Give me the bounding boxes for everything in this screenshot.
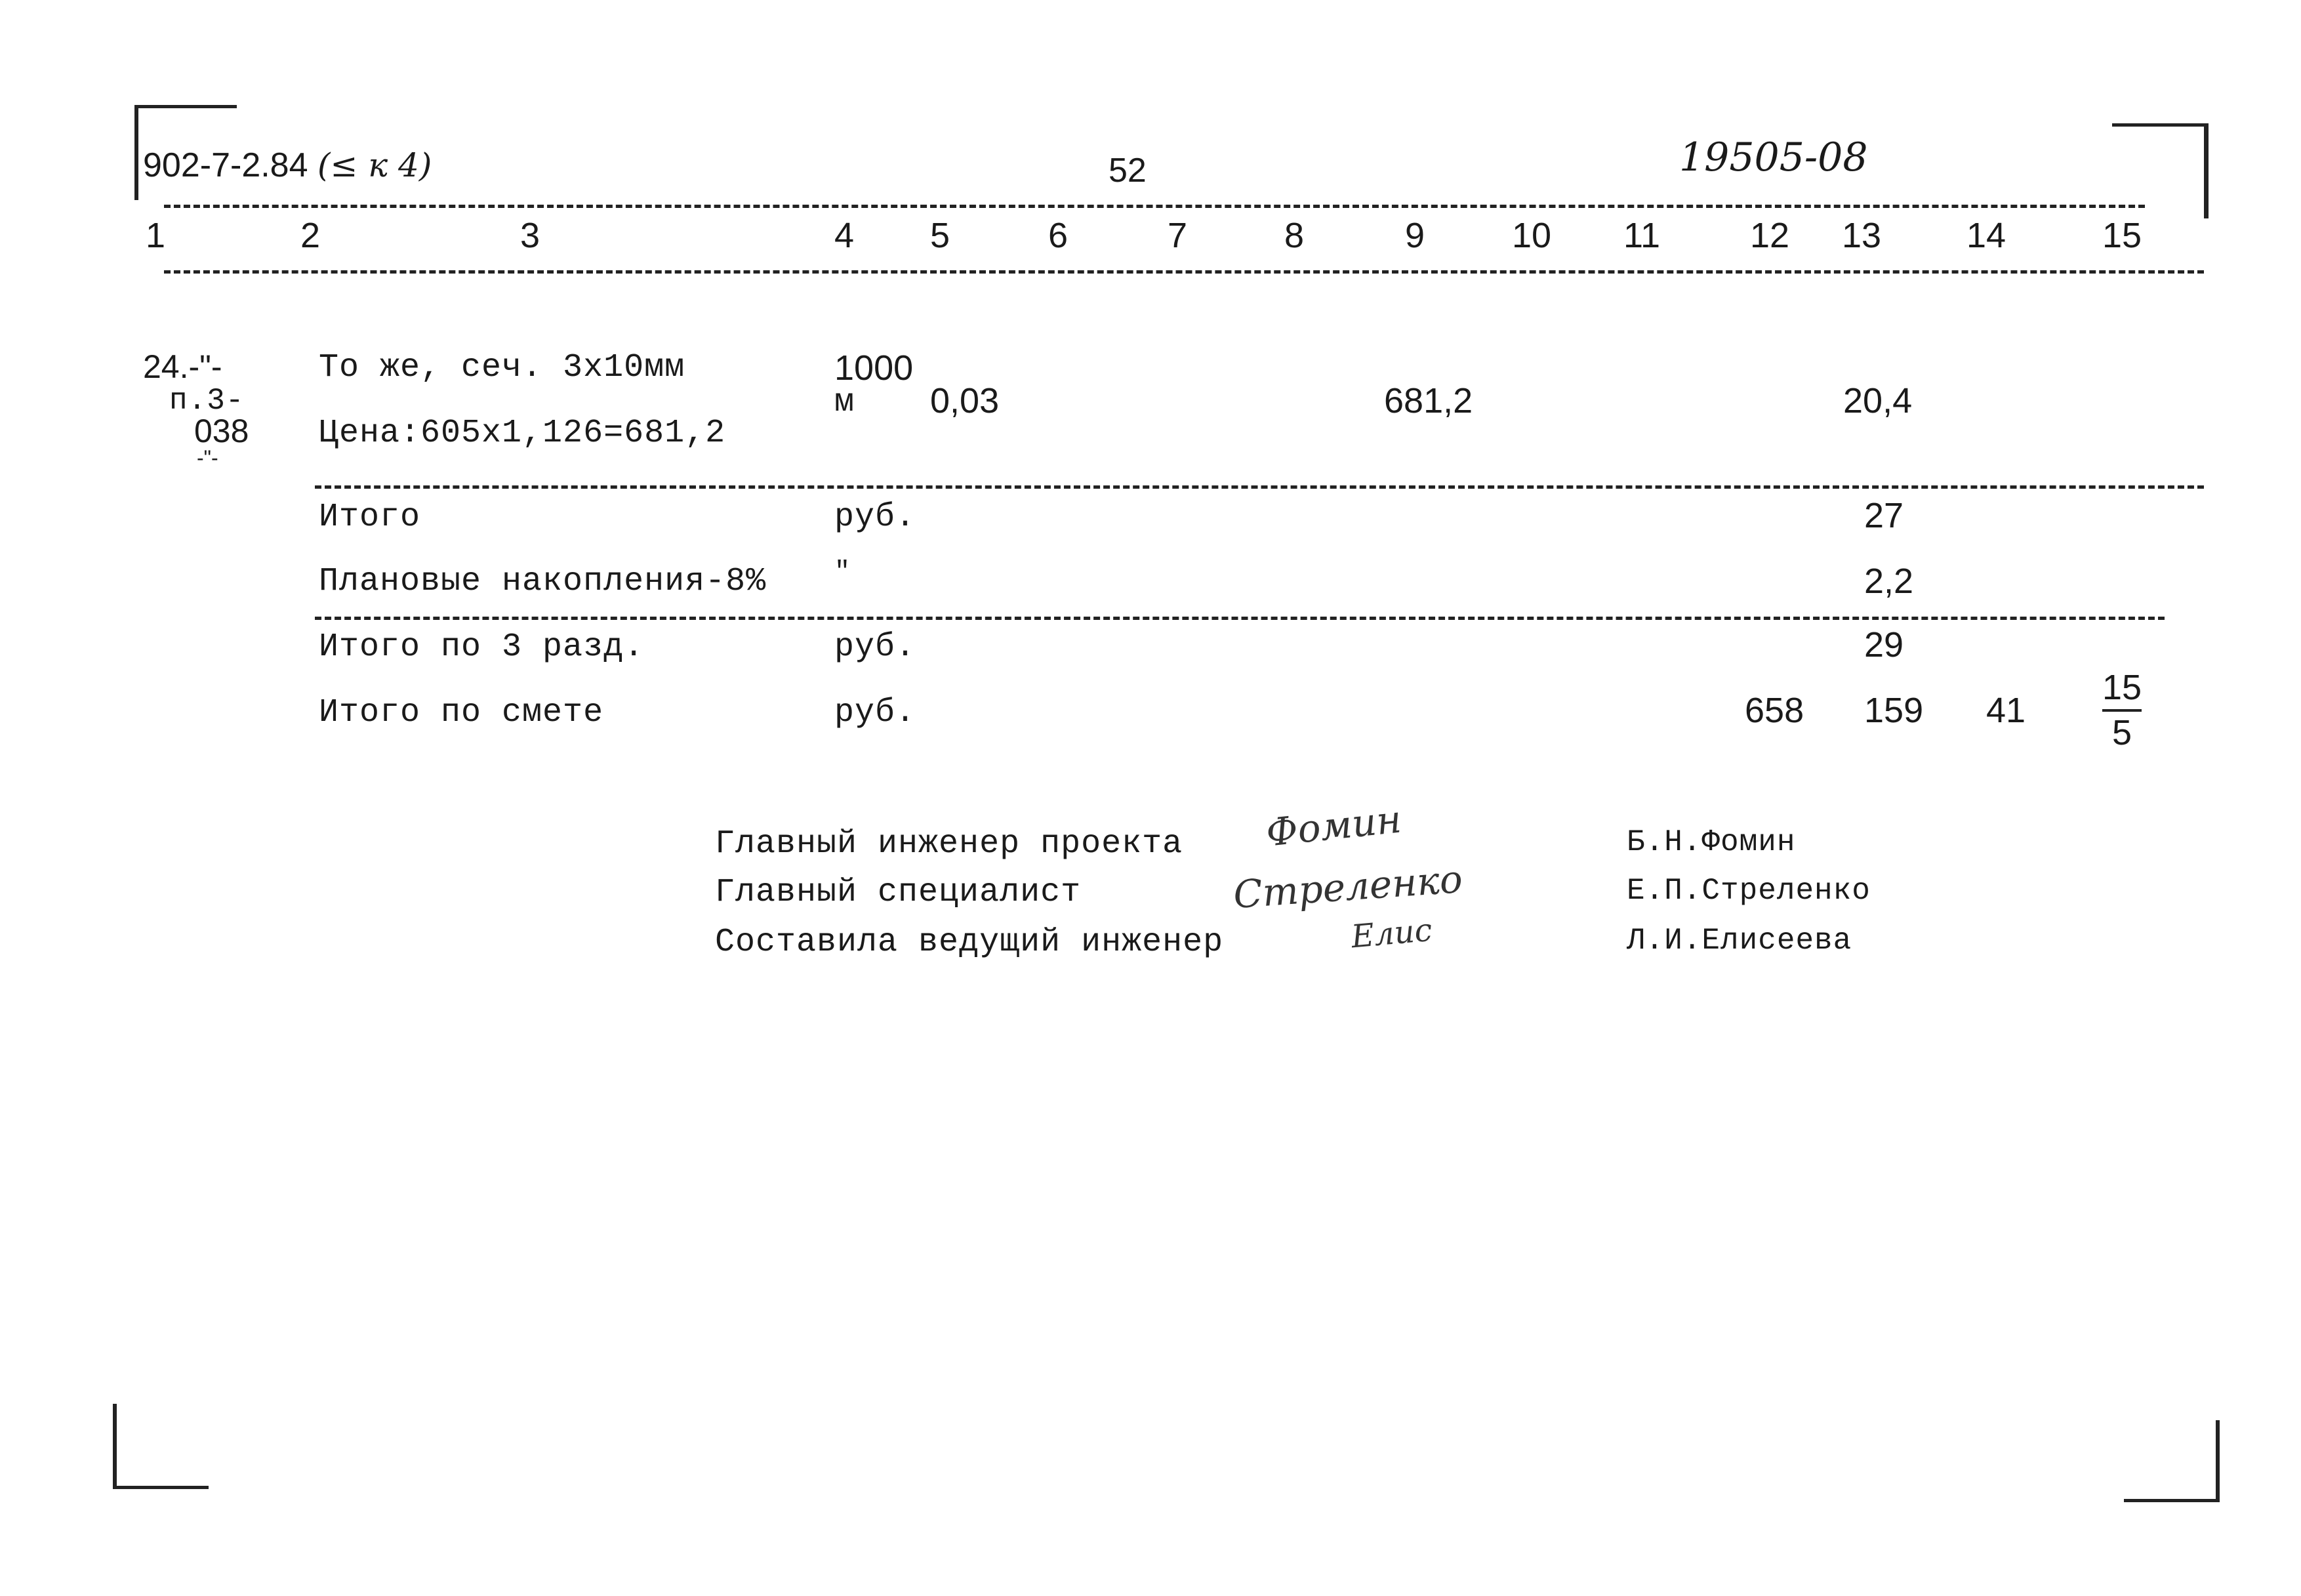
- section-divider: [315, 485, 2204, 489]
- inventory-number: 19505-08: [1679, 134, 1868, 180]
- column-number: 4: [834, 216, 855, 255]
- item-unit-price: 681,2: [1384, 381, 1473, 420]
- column-number: 14: [1966, 216, 2006, 255]
- document-part: (≤ к 4): [317, 146, 432, 184]
- signatory-name: Л.И.Елисеева: [1627, 924, 1852, 958]
- fraction-denominator: 5: [2112, 712, 2132, 752]
- column-number: 13: [1842, 216, 1882, 255]
- column-number: 11: [1623, 216, 1661, 255]
- column-number: 12: [1750, 216, 1790, 255]
- column-header-bottom-rule: [164, 270, 2204, 274]
- item-number: 24.-"-: [143, 348, 222, 385]
- item-reference-ditto: -"-: [197, 446, 218, 470]
- item-reference-code: 038: [194, 413, 249, 449]
- column-number: 3: [520, 216, 540, 255]
- signatory-name: Е.П.Стреленко: [1627, 874, 1871, 908]
- item-unit-quantity: 1000: [834, 348, 914, 388]
- handwritten-signature: Стреленко: [1232, 856, 1464, 918]
- planned-savings-value: 2,2: [1864, 562, 1914, 601]
- column-number: 10: [1512, 216, 1552, 255]
- handwritten-signature: Елис: [1349, 911, 1434, 956]
- signatory-role: Главный специалист: [715, 874, 1082, 911]
- page-number: 52: [1109, 152, 1147, 190]
- column-header-top-rule: [164, 205, 2145, 208]
- estimate-total-col13: 159: [1864, 691, 1924, 730]
- section-total-unit: руб.: [834, 628, 916, 666]
- column-number: 6: [1048, 216, 1069, 255]
- signatory-name: Б.Н.Фомин: [1627, 825, 1796, 859]
- item-price-calculation: Цена:605х1,126=681,2: [319, 415, 726, 452]
- signatory-role: Главный инженер проекта: [715, 825, 1183, 863]
- column-number: 1: [146, 216, 166, 255]
- item-unit: м: [834, 384, 855, 421]
- item-total-cost: 20,4: [1843, 381, 1913, 420]
- column-number: 8: [1284, 216, 1305, 255]
- document-code: 902-7-2.84 (≤ к 4): [143, 146, 432, 185]
- column-number: 15: [2102, 216, 2142, 255]
- estimate-total-col15-fraction: 15 5: [2102, 669, 2142, 751]
- estimate-total-unit: руб.: [834, 694, 916, 731]
- estimate-total-label: Итого по смете: [319, 694, 604, 731]
- planned-savings-label: Плановые накопления-8%: [319, 563, 767, 600]
- frame-corner-bottom-right: [2124, 1420, 2220, 1502]
- document-code-number: 902-7-2.84: [143, 146, 308, 184]
- fraction-bar: [2102, 708, 2142, 712]
- column-number: 9: [1405, 216, 1425, 255]
- column-number: 5: [930, 216, 950, 255]
- totals-unit: руб.: [834, 499, 916, 536]
- section-divider: [315, 617, 2165, 620]
- handwritten-signature: Фомин: [1264, 796, 1404, 855]
- estimate-total-col12: 658: [1745, 691, 1804, 730]
- column-number: 7: [1168, 216, 1188, 255]
- planned-savings-unit: ": [834, 558, 851, 587]
- section-total-label: Итого по 3 разд.: [319, 628, 645, 666]
- totals-label: Итого: [319, 499, 421, 536]
- signatory-role: Составила ведущий инженер: [715, 924, 1224, 961]
- item-quantity: 0,03: [930, 381, 1000, 420]
- fraction-numerator: 15: [2102, 668, 2142, 707]
- column-number: 2: [300, 216, 321, 255]
- totals-value: 27: [1864, 496, 1904, 535]
- section-total-value: 29: [1864, 625, 1904, 665]
- item-description: То же, сеч. 3х10мм: [319, 349, 685, 386]
- estimate-total-col14: 41: [1986, 691, 2026, 730]
- frame-corner-bottom-left: [113, 1404, 209, 1489]
